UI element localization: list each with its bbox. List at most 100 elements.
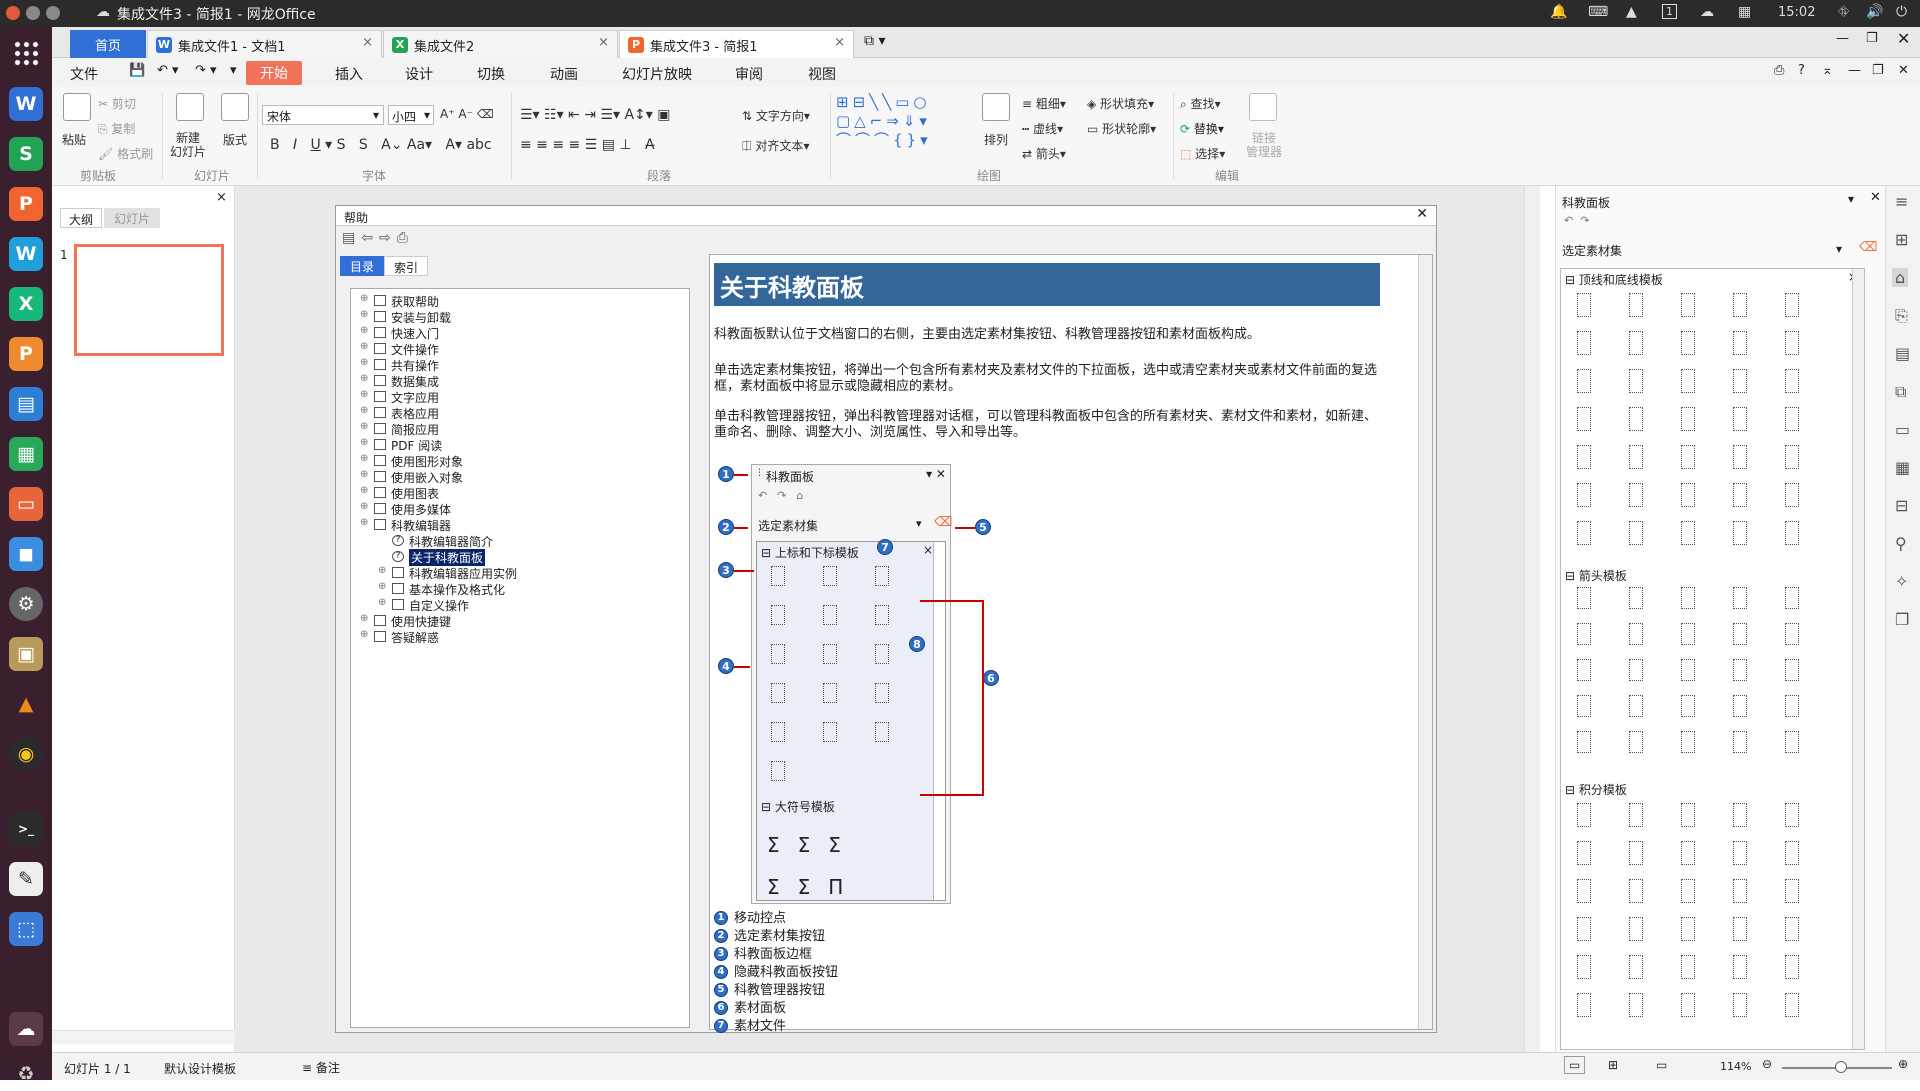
chevron-down-icon[interactable]: ▾ xyxy=(1836,242,1842,256)
gallery-icon[interactable]: ▤ xyxy=(1895,344,1910,363)
integral-template-symbol[interactable] xyxy=(1577,841,1591,865)
writer-app-icon[interactable]: W xyxy=(9,87,43,121)
tab-outline[interactable]: 大纲 xyxy=(60,208,102,228)
format-brush-button[interactable]: 🖌 格式刷 xyxy=(98,145,153,162)
store-app-icon[interactable]: ◼ xyxy=(9,537,43,571)
arrow-template-symbol[interactable] xyxy=(1681,731,1695,753)
line-template-symbol[interactable] xyxy=(1577,331,1591,355)
expand-icon[interactable]: ⊕ xyxy=(378,597,386,608)
line-template-symbol[interactable] xyxy=(1733,407,1747,431)
integral-template-symbol[interactable] xyxy=(1577,993,1591,1017)
line-template-symbol[interactable] xyxy=(1577,445,1591,469)
paste-button[interactable]: 粘贴 xyxy=(62,131,86,148)
arrow-template-symbol[interactable] xyxy=(1629,623,1643,645)
expand-icon[interactable]: ⊕ xyxy=(360,501,368,512)
line-template-symbol[interactable] xyxy=(1577,407,1591,431)
copy-icon[interactable]: ❐ xyxy=(1895,610,1909,629)
line-template-symbol[interactable] xyxy=(1785,369,1799,393)
integral-template-symbol[interactable] xyxy=(1733,841,1747,865)
arrow-template-symbol[interactable] xyxy=(1785,659,1799,681)
expand-icon[interactable]: ⊕ xyxy=(360,485,368,496)
expand-icon[interactable]: ⊕ xyxy=(378,581,386,592)
layers-icon[interactable]: ⊟ xyxy=(1895,496,1908,515)
arrow-template-symbol[interactable] xyxy=(1733,731,1747,753)
link-manager-button[interactable]: 链接 管理器 xyxy=(1246,131,1282,159)
weather-icon[interactable]: ☁ xyxy=(1700,4,1714,20)
close-icon[interactable]: × xyxy=(362,35,373,50)
back-icon[interactable]: ⇦ xyxy=(361,230,379,246)
line-template-symbol[interactable] xyxy=(1681,445,1695,469)
integral-template-symbol[interactable] xyxy=(1629,917,1643,941)
arrow-template-symbol[interactable] xyxy=(1577,659,1591,681)
excel-app-icon[interactable]: X xyxy=(9,287,43,321)
menu-insert[interactable]: 插入 xyxy=(335,64,363,84)
expand-icon[interactable]: ⊕ xyxy=(360,325,368,336)
integral-template-symbol[interactable] xyxy=(1629,803,1643,827)
tab-sheet2[interactable]: X 集成文件2 × xyxy=(383,30,618,58)
shape-outline-button[interactable]: ▭ 形状轮廓▾ xyxy=(1087,120,1156,137)
picture-icon[interactable]: ▦ xyxy=(1895,458,1910,477)
expand-icon[interactable]: ⊕ xyxy=(360,373,368,384)
font-name-select[interactable]: 宋体 ▾ xyxy=(262,105,384,125)
expand-icon[interactable]: ⊕ xyxy=(360,341,368,352)
clipboard-icon[interactable]: ⎘ xyxy=(1895,306,1908,326)
select-set-button[interactable]: 选定素材集 xyxy=(1562,242,1622,259)
menu-design[interactable]: 设计 xyxy=(405,64,433,84)
arrow-button[interactable]: ⇄ 箭头▾ xyxy=(1022,145,1066,162)
expand-icon[interactable]: ⊕ xyxy=(360,405,368,416)
expand-icon[interactable]: ⊕ xyxy=(360,629,368,640)
settings-app-icon[interactable]: ⚙ xyxy=(9,587,43,621)
new-slide-icon[interactable] xyxy=(176,93,204,121)
arrow-template-symbol[interactable] xyxy=(1629,731,1643,753)
line-template-symbol[interactable] xyxy=(1681,369,1695,393)
menu-transition[interactable]: 切换 xyxy=(477,64,505,84)
hide-tree-icon[interactable]: ▤ xyxy=(342,230,361,246)
arrow-template-symbol[interactable] xyxy=(1785,623,1799,645)
section-topline[interactable]: ⊟ 顶线和底线模板 xyxy=(1565,271,1663,288)
integral-template-symbol[interactable] xyxy=(1577,955,1591,979)
arrow-template-symbol[interactable] xyxy=(1733,587,1747,609)
line-template-symbol[interactable] xyxy=(1629,331,1643,355)
line-template-symbol[interactable] xyxy=(1577,369,1591,393)
maximize-window-button[interactable] xyxy=(46,6,60,20)
zoom-in-icon[interactable]: ⊕ xyxy=(1898,1057,1908,1071)
font-size-select[interactable]: 小四 ▾ xyxy=(388,105,434,125)
line-template-symbol[interactable] xyxy=(1681,293,1695,317)
pin-icon[interactable]: ⚲ xyxy=(1895,534,1907,553)
tab-index[interactable]: 索引 xyxy=(384,256,428,276)
expand-icon[interactable]: ⊕ xyxy=(360,309,368,320)
tab-doc1[interactable]: W 集成文件1 - 文档1 × xyxy=(147,30,382,58)
thickness-button[interactable]: ≡ 粗细▾ xyxy=(1022,95,1066,112)
integral-template-symbol[interactable] xyxy=(1629,955,1643,979)
shape-fill-button[interactable]: ◈ 形状填充▾ xyxy=(1087,95,1154,112)
new-slide-button[interactable]: 新建 幻灯片 xyxy=(170,131,206,159)
integral-template-symbol[interactable] xyxy=(1629,993,1643,1017)
tab-home[interactable]: 首页 xyxy=(70,30,146,58)
canvas-vertical-scrollbar[interactable] xyxy=(1524,186,1540,1052)
arrow-template-symbol[interactable] xyxy=(1785,587,1799,609)
font-style-buttons[interactable]: B I U ▾ S S A⌄ Aa▾ A▾ abc xyxy=(270,137,492,153)
integral-template-symbol[interactable] xyxy=(1733,955,1747,979)
section-arrow[interactable]: ⊟ 箭头模板 xyxy=(1565,567,1627,584)
tab-slides[interactable]: 幻灯片 xyxy=(104,208,160,228)
cut-button[interactable]: ✂ 剪切 xyxy=(98,95,136,112)
integral-template-symbol[interactable] xyxy=(1785,917,1799,941)
arrow-template-symbol[interactable] xyxy=(1733,623,1747,645)
menu-home[interactable]: 开始 xyxy=(246,61,302,85)
select-button[interactable]: ⬚ 选择▾ xyxy=(1180,145,1225,162)
arrow-template-symbol[interactable] xyxy=(1733,695,1747,717)
layout-button[interactable]: 版式 xyxy=(223,131,247,148)
line-template-symbol[interactable] xyxy=(1733,445,1747,469)
line-template-symbol[interactable] xyxy=(1733,369,1747,393)
music-app-icon[interactable]: ◉ xyxy=(9,737,43,771)
integral-template-symbol[interactable] xyxy=(1681,917,1695,941)
arrow-template-symbol[interactable] xyxy=(1577,623,1591,645)
arrow-template-symbol[interactable] xyxy=(1629,695,1643,717)
integral-template-symbol[interactable] xyxy=(1733,993,1747,1017)
menu-icon[interactable]: ≡ xyxy=(1895,192,1908,211)
help-icon[interactable]: ? xyxy=(1798,63,1805,78)
undo-icon[interactable]: ↶ ▾ xyxy=(157,63,179,78)
zoom-out-icon[interactable]: ⊖ xyxy=(1762,1057,1772,1071)
power-icon[interactable]: ⏻ xyxy=(1896,4,1907,20)
copy-button[interactable]: ⎘ 复制 xyxy=(98,120,135,137)
